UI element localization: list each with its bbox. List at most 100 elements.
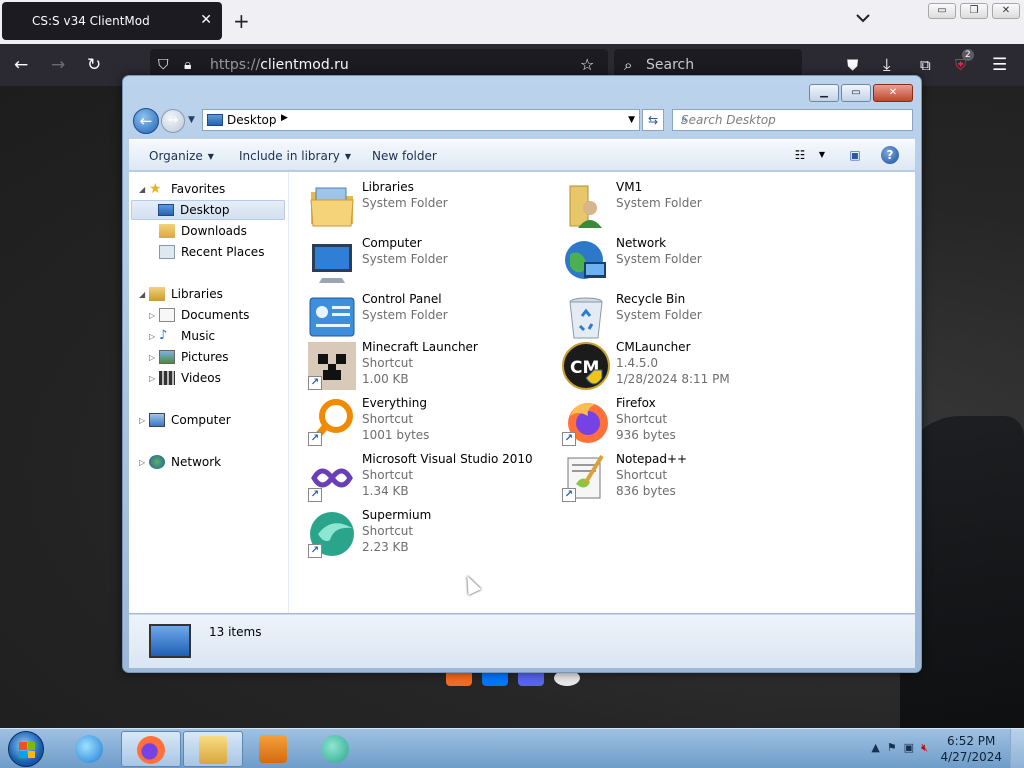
help-icon[interactable]: ? (881, 146, 899, 164)
network-status-icon[interactable]: ▣ (904, 741, 914, 755)
item-name: CMLauncher (616, 340, 691, 354)
magnifier-icon[interactable]: ⌕ (681, 112, 907, 127)
nav-videos[interactable]: ▷ Videos (149, 368, 221, 388)
organize-button[interactable]: Organize ▼ (149, 149, 214, 163)
volume-muted-icon[interactable]: 🔇︎ (921, 741, 928, 755)
firefox-icon: ↗ (562, 398, 610, 446)
item-vm1[interactable]: VM1 System Folder (562, 180, 812, 232)
address-bar[interactable]: Desktop ▶ ▼ (202, 109, 640, 131)
item-network[interactable]: Network System Folder (562, 236, 812, 288)
collapse-arrow-icon[interactable]: ◢ (139, 185, 149, 194)
item-libraries[interactable]: Libraries System Folder (308, 180, 558, 232)
nav-pictures[interactable]: ▷ Pictures (149, 347, 229, 367)
include-in-library-button[interactable]: Include in library ▼ (239, 149, 351, 163)
nav-documents[interactable]: ▷ Documents (149, 305, 249, 325)
back-arrow-icon[interactable]: ← (14, 55, 28, 75)
minimize-window-button[interactable]: ▭ (928, 3, 956, 19)
libraries-folder-icon (308, 182, 356, 230)
change-view-icon[interactable]: ☷ (791, 146, 809, 164)
nav-desktop[interactable]: Desktop (131, 200, 285, 220)
url-host: clientmod.ru (260, 57, 349, 73)
preview-pane-icon[interactable]: ▣ (846, 146, 864, 164)
new-tab-button[interactable]: + (233, 10, 250, 32)
restore-window-button[interactable]: ❐ (960, 3, 988, 19)
nav-libraries[interactable]: ◢ Libraries (139, 284, 223, 304)
item-computer[interactable]: Computer System Folder (308, 236, 558, 288)
user-folder-icon (562, 182, 610, 230)
expand-arrow-icon[interactable]: ▷ (149, 332, 159, 341)
browser-tab-active[interactable]: CS:S v34 ClientMod ✕ (2, 2, 222, 40)
explorer-forward-button[interactable]: → (161, 109, 185, 133)
item-control-panel[interactable]: Control Panel System Folder (308, 292, 558, 344)
expand-arrow-icon[interactable]: ▷ (139, 458, 149, 467)
show-hidden-icons-icon[interactable]: ▲ (871, 741, 879, 755)
taskbar-explorer[interactable] (183, 731, 243, 767)
nav-libraries-label: Libraries (171, 287, 223, 301)
item-minecraft-launcher[interactable]: ↗ Minecraft Launcher Shortcut 1.00 KB (308, 340, 558, 392)
nav-recent-places-label: Recent Places (181, 245, 265, 259)
nav-pictures-label: Pictures (181, 350, 229, 364)
nav-recent-places[interactable]: Recent Places (159, 242, 264, 262)
expand-arrow-icon[interactable]: ▷ (149, 353, 159, 362)
network-globe-icon (562, 238, 610, 286)
list-all-tabs-icon[interactable] (856, 12, 870, 26)
nav-downloads[interactable]: Downloads (159, 221, 247, 241)
shortcut-arrow-icon: ↗ (308, 432, 322, 446)
url-text[interactable]: https://clientmod.ru (210, 57, 349, 73)
show-desktop-button[interactable] (1010, 729, 1024, 768)
tracking-shield-icon[interactable]: ⛉ (158, 55, 169, 75)
nav-music[interactable]: ▷ ♪ Music (149, 326, 215, 346)
bookmark-star-icon[interactable]: ☆ (580, 55, 594, 75)
item-type: Shortcut (616, 412, 668, 426)
nav-network[interactable]: ▷ Network (139, 452, 221, 472)
reload-icon[interactable]: ↻ (87, 55, 101, 75)
item-everything[interactable]: ↗ Everything Shortcut 1001 bytes (308, 396, 558, 448)
view-options-dropdown-icon[interactable]: ▼ (813, 146, 831, 164)
item-recycle-bin[interactable]: Recycle Bin System Folder (562, 292, 812, 344)
clock[interactable]: 6:52 PM 4/27/2024 (940, 733, 1002, 765)
explorer-back-button[interactable]: ← (133, 108, 159, 134)
breadcrumb-desktop[interactable]: Desktop (227, 113, 277, 127)
expand-arrow-icon[interactable]: ▷ (149, 311, 159, 320)
organize-label: Organize (149, 149, 203, 163)
start-button[interactable] (8, 731, 44, 767)
libraries-icon (149, 287, 165, 301)
item-notepad-plus-plus[interactable]: ↗ Notepad++ Shortcut 836 bytes (562, 452, 812, 504)
new-folder-button[interactable]: New folder (372, 149, 437, 163)
explorer-search-input[interactable]: Search Desktop ⌕ (672, 109, 913, 131)
explorer-close-button[interactable]: ✕ (873, 84, 913, 102)
explorer-maximize-button[interactable]: ▭ (841, 84, 871, 102)
collapse-arrow-icon[interactable]: ◢ (139, 290, 149, 299)
nav-favorites[interactable]: ◢ ★ Favorites (139, 179, 225, 199)
nav-computer[interactable]: ▷ Computer (139, 410, 231, 430)
taskbar-firefox[interactable] (121, 731, 181, 767)
item-date: 1/28/2024 8:11 PM (616, 372, 730, 386)
extensions-icon[interactable]: ⧉ (920, 55, 931, 75)
taskbar-supermium[interactable] (306, 731, 366, 767)
item-visual-studio-2010[interactable]: ↗ Microsoft Visual Studio 2010 Shortcut … (308, 452, 558, 504)
item-firefox[interactable]: ↗ Firefox Shortcut 936 bytes (562, 396, 812, 448)
item-name: Recycle Bin (616, 292, 686, 306)
refresh-icon[interactable]: ⇆ (642, 109, 664, 131)
taskbar-media-player[interactable] (244, 731, 304, 767)
lock-icon[interactable]: 🔒︎ (184, 55, 191, 75)
downloads-icon[interactable]: ⤓ (883, 55, 891, 75)
item-cmlauncher[interactable]: CM CMLauncher 1.4.5.0 1/28/2024 8:11 PM (562, 340, 812, 392)
item-supermium[interactable]: ↗ Supermium Shortcut 2.23 KB (308, 508, 558, 560)
taskbar-internet-explorer[interactable] (60, 731, 120, 767)
tab-close-icon[interactable]: ✕ (200, 12, 212, 28)
menu-hamburger-icon[interactable]: ☰ (992, 55, 1007, 75)
item-name: VM1 (616, 180, 643, 194)
browser-window-controls: ▭ ❐ ✕ (928, 3, 1020, 19)
expand-arrow-icon[interactable]: ▷ (139, 416, 149, 425)
explorer-minimize-button[interactable]: ▁ (809, 84, 839, 102)
recent-pages-dropdown-icon[interactable]: ▼ (188, 115, 195, 125)
expand-arrow-icon[interactable]: ▷ (149, 374, 159, 383)
forward-arrow-icon[interactable]: → (51, 55, 65, 75)
close-window-button[interactable]: ✕ (992, 3, 1020, 19)
browser-tab-strip: CS:S v34 ClientMod ✕ + ▭ ❐ ✕ (0, 0, 1024, 44)
pocket-icon[interactable]: ⛊ (847, 55, 858, 75)
action-center-flag-icon[interactable]: ⚑ (887, 741, 897, 755)
address-dropdown-icon[interactable]: ▼ (628, 115, 635, 125)
breadcrumb-chevron-icon[interactable]: ▶ (281, 113, 288, 123)
